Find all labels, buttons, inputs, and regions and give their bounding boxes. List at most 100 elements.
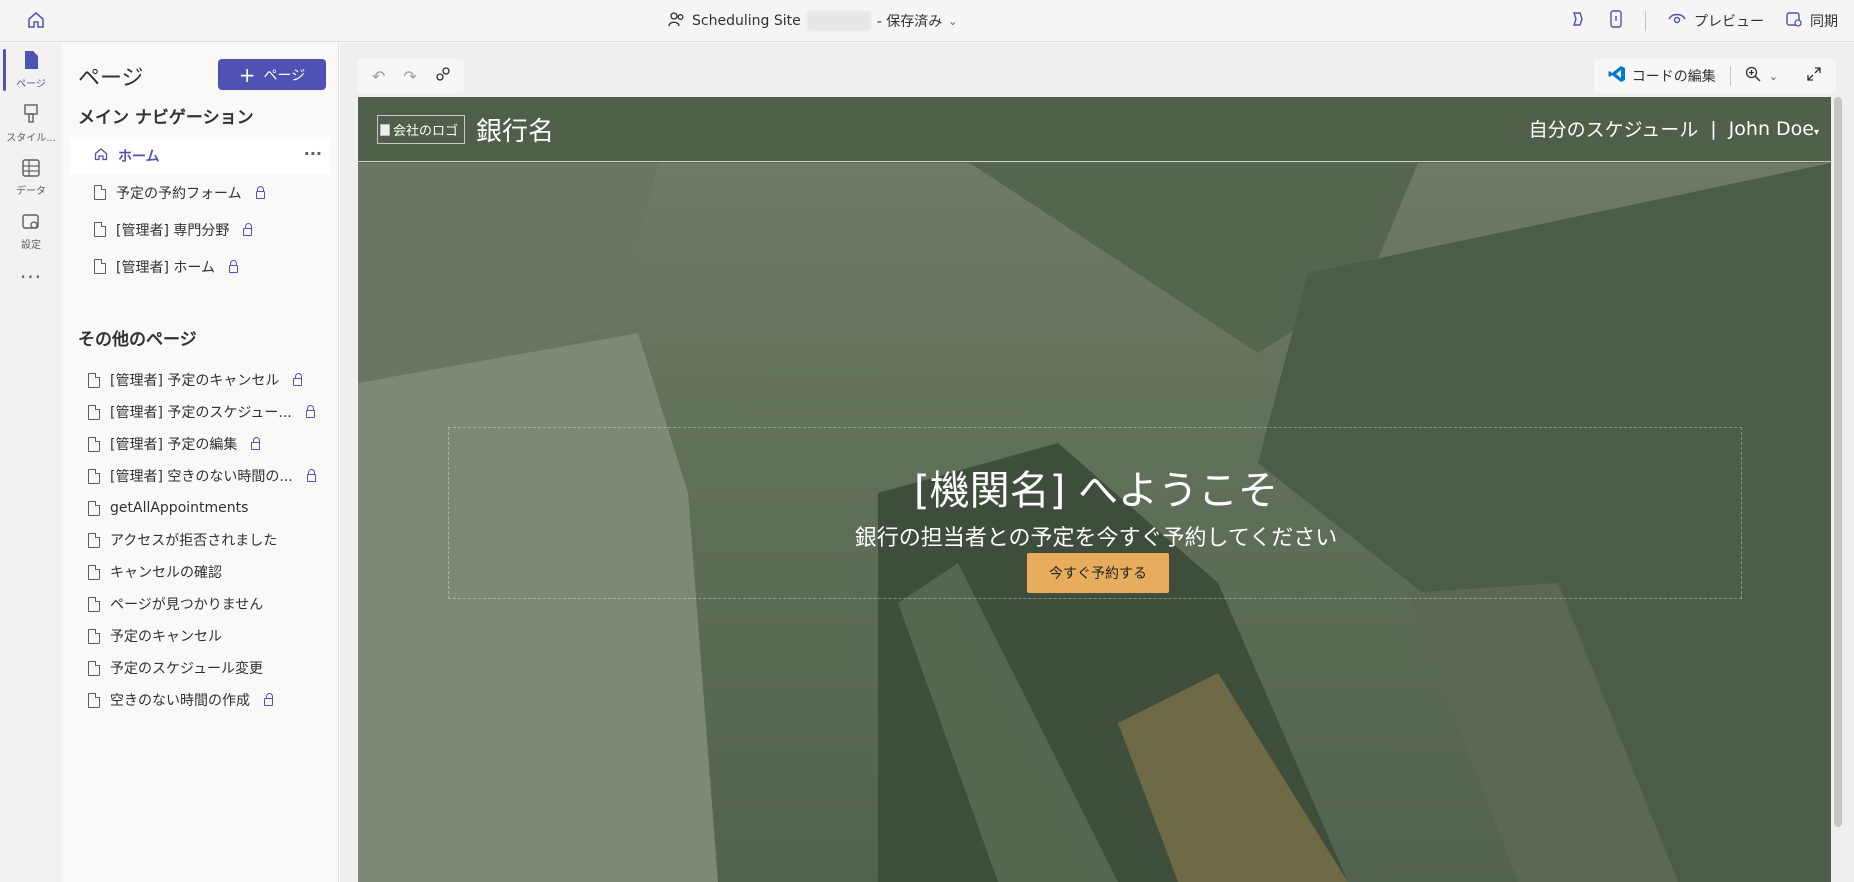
- page-icon: [94, 222, 106, 237]
- nav-my-schedule[interactable]: 自分のスケジュール: [1529, 115, 1699, 142]
- lock-icon: [305, 405, 315, 418]
- page-icon: [88, 436, 100, 452]
- left-rail: ページ スタイル... データ 設定 ···: [0, 43, 62, 882]
- link-icon[interactable]: [435, 66, 451, 86]
- book-now-button[interactable]: 今すぐ予約する: [1027, 553, 1169, 593]
- sync-button[interactable]: 同期: [1786, 11, 1838, 31]
- other-pages-title: その他のページ: [78, 330, 197, 350]
- site-name: Scheduling Site: [692, 13, 801, 29]
- site-title-bar[interactable]: Scheduling Site - 保存済み ⌄: [668, 10, 957, 32]
- company-logo[interactable]: 会社のロゴ: [377, 115, 465, 144]
- zoom-button[interactable]: ⌄: [1745, 66, 1778, 86]
- site-nav: 自分のスケジュール | John Doe▾: [1529, 115, 1819, 142]
- site-people-icon: [668, 11, 686, 31]
- list-item-label: getAllAppointments: [110, 500, 249, 516]
- rail-item-data[interactable]: データ: [0, 151, 62, 205]
- page-icon: [94, 259, 106, 274]
- page-icon: [88, 564, 100, 580]
- zoom-in-icon: [1745, 66, 1761, 86]
- chevron-down-icon: ⌄: [1768, 69, 1778, 83]
- settings-icon: [22, 213, 40, 234]
- home-icon[interactable]: [26, 10, 46, 30]
- page-icon: [88, 372, 100, 388]
- welcome-heading: [機関名] へようこそ: [914, 468, 1278, 514]
- edit-code-button[interactable]: コードの編集: [1608, 65, 1716, 87]
- page-icon: [88, 468, 100, 484]
- lock-icon: [264, 693, 273, 706]
- nav-item-home[interactable]: ホーム ···: [70, 137, 330, 174]
- page-icon: [88, 660, 100, 676]
- lock-icon: [255, 185, 265, 199]
- more-icon[interactable]: ···: [0, 259, 62, 295]
- undo-icon[interactable]: ↶: [372, 67, 385, 86]
- view-toolbar: コードの編集 ⌄: [1593, 59, 1836, 93]
- lock-icon: [243, 222, 253, 236]
- chevron-down-icon[interactable]: ⌄: [948, 15, 957, 28]
- page-icon: [88, 692, 100, 708]
- nav-item-page[interactable]: [管理者] ホーム: [70, 248, 330, 285]
- canvas-scrollbar[interactable]: [1834, 97, 1842, 827]
- list-item[interactable]: 予定のスケジュール変更: [70, 652, 330, 684]
- redo-icon[interactable]: ↷: [403, 67, 416, 86]
- list-item-label: [管理者] 予定の編集: [110, 437, 238, 453]
- rail-label: データ: [16, 186, 46, 197]
- list-item[interactable]: [管理者] 予定のキャンセル: [70, 364, 330, 396]
- list-item-label: 予定のスケジュール変更: [110, 661, 264, 677]
- page-icon: [88, 404, 100, 420]
- page-icon: [88, 628, 100, 644]
- home-icon: [94, 147, 108, 165]
- lock-icon: [306, 469, 316, 482]
- top-bar: Scheduling Site - 保存済み ⌄ プレビュー 同期: [0, 0, 1854, 42]
- device-icon[interactable]: [1609, 10, 1623, 32]
- lock-icon: [251, 437, 261, 450]
- nav-item-page[interactable]: 予定の予約フォーム: [70, 174, 330, 211]
- hero-content-box: [機関名] へようこそ 銀行の担当者との予定を今すぐ予約してください 今すぐ予約…: [448, 427, 1742, 599]
- broken-image-icon: [380, 123, 390, 136]
- list-item[interactable]: 予定のキャンセル: [70, 620, 330, 652]
- rail-label: 設定: [21, 240, 41, 251]
- list-item[interactable]: 空きのない時間の作成: [70, 684, 330, 716]
- edit-toolbar: ↶ ↷: [358, 59, 464, 93]
- list-item[interactable]: [管理者] 空きのない時間の...: [70, 460, 330, 492]
- rail-label: スタイル...: [6, 133, 56, 144]
- logo-alt-text: 会社のロゴ: [393, 124, 459, 139]
- list-item[interactable]: アクセスが拒否されました: [70, 524, 330, 556]
- list-item-label: ページが見つかりません: [110, 597, 264, 613]
- nav-item-label: ホーム: [118, 148, 160, 165]
- add-page-button[interactable]: + ページ: [218, 59, 326, 90]
- divider: [1645, 11, 1646, 31]
- page-icon: [88, 500, 100, 516]
- user-menu[interactable]: John Doe▾: [1729, 118, 1819, 140]
- rail-item-styling[interactable]: スタイル...: [0, 97, 62, 151]
- sync-label: 同期: [1810, 14, 1838, 30]
- divider: [1729, 66, 1731, 86]
- nav-item-label: [管理者] 専門分野: [116, 222, 230, 239]
- rail-item-settings[interactable]: 設定: [0, 205, 62, 259]
- list-item[interactable]: [管理者] 予定のスケジュー...: [70, 396, 330, 428]
- expand-icon[interactable]: [1806, 66, 1822, 86]
- bank-name[interactable]: 銀行名: [476, 111, 554, 148]
- copilot-icon[interactable]: [1569, 10, 1587, 32]
- preview-label: プレビュー: [1694, 14, 1764, 30]
- list-item[interactable]: キャンセルの確認: [70, 556, 330, 588]
- preview-button[interactable]: プレビュー: [1668, 11, 1764, 31]
- nav-item-page[interactable]: [管理者] 専門分野: [70, 211, 330, 248]
- pages-panel: ページ + ページ メイン ナビゲーション ホーム ··· 予定の予約フォーム …: [62, 43, 339, 882]
- list-item[interactable]: [管理者] 予定の編集: [70, 428, 330, 460]
- list-item-label: [管理者] 予定のキャンセル: [110, 373, 280, 389]
- table-icon: [22, 159, 40, 180]
- page-icon: [88, 532, 100, 548]
- list-item-label: 予定のキャンセル: [110, 629, 222, 645]
- other-pages-list: [管理者] 予定のキャンセル [管理者] 予定のスケジュー... [管理者] 予…: [70, 364, 330, 716]
- rail-label: ページ: [16, 79, 46, 90]
- list-item[interactable]: ページが見つかりません: [70, 588, 330, 620]
- redacted-text: [806, 11, 871, 31]
- save-status: - 保存済み: [876, 14, 943, 30]
- list-item[interactable]: getAllAppointments: [70, 492, 330, 524]
- nav-separator: |: [1710, 117, 1717, 140]
- sync-icon: [1786, 11, 1802, 31]
- rail-item-pages[interactable]: ページ: [0, 43, 62, 97]
- page-icon: [22, 50, 40, 73]
- more-options-icon[interactable]: ···: [304, 144, 322, 163]
- nav-item-label: [管理者] ホーム: [116, 259, 215, 276]
